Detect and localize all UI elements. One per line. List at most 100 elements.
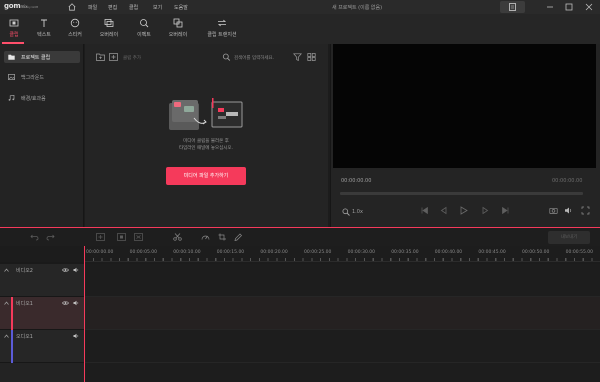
menu-file[interactable]: 파일 bbox=[88, 4, 97, 11]
tab-overlay-2-label: 오버레이 bbox=[168, 32, 188, 38]
ruler-tick-label: 00:00:15.00 bbox=[216, 250, 245, 255]
track-label: 비디오1 bbox=[16, 301, 33, 307]
track-lane-video-2[interactable] bbox=[85, 264, 600, 297]
menu-edit[interactable]: 편집 bbox=[108, 4, 117, 11]
empty-message-line-2: 타임라인 패널에 놓으십시오. bbox=[179, 146, 233, 151]
speed-icon[interactable] bbox=[201, 233, 210, 241]
add-track-icon[interactable] bbox=[96, 233, 105, 241]
tab-overlay-label: 오버레이 bbox=[99, 32, 119, 38]
visibility-icon[interactable] bbox=[62, 300, 69, 306]
undo-icon[interactable] bbox=[30, 233, 39, 241]
image-icon bbox=[8, 74, 15, 80]
ruler-tick-label: 00:00:50.00 bbox=[522, 250, 550, 255]
logo-main: gom bbox=[4, 2, 21, 10]
volume-icon[interactable] bbox=[73, 300, 80, 306]
menu-clip[interactable]: 클립 bbox=[129, 4, 138, 11]
filter-icon[interactable] bbox=[293, 53, 302, 61]
ruler-tick-label: 00:00:00.00 bbox=[86, 250, 114, 255]
layers-icon bbox=[173, 18, 183, 28]
ruler-tick-label: 00:00:20.00 bbox=[260, 250, 288, 255]
collapse-icon[interactable] bbox=[4, 301, 9, 305]
prev-frame-icon[interactable] bbox=[439, 206, 448, 215]
add-folder-icon[interactable] bbox=[96, 53, 105, 61]
sidebar-item-label: 프로젝트 클립 bbox=[21, 55, 51, 61]
playhead[interactable] bbox=[84, 246, 85, 382]
track-header-audio-1[interactable]: 오디오1 bbox=[0, 330, 84, 363]
visibility-icon[interactable] bbox=[62, 267, 69, 273]
skip-end-icon[interactable] bbox=[501, 206, 510, 215]
tab-effect[interactable]: 이펙트 bbox=[125, 14, 163, 42]
delete-icon[interactable] bbox=[134, 233, 143, 241]
search-input[interactable]: 검색어를 입력하세요. bbox=[234, 55, 274, 61]
video-preview bbox=[333, 44, 596, 168]
volume-icon[interactable] bbox=[73, 333, 80, 339]
volume-icon[interactable] bbox=[73, 267, 80, 273]
sidebar-item-music[interactable]: 배경/효과음 bbox=[4, 92, 80, 104]
ruler-tick-label: 00:00:35.00 bbox=[391, 250, 419, 255]
tab-overlay-2[interactable]: 오버레이 bbox=[159, 14, 197, 42]
ruler-tick-label: 00:00:30.00 bbox=[347, 250, 375, 255]
timeline-toolbar bbox=[0, 228, 600, 246]
track-header-video-2[interactable]: 비디오2 bbox=[0, 264, 84, 297]
logo-tag: by GOM bbox=[27, 5, 39, 9]
skip-start-icon[interactable] bbox=[420, 206, 429, 215]
color-picker-icon[interactable] bbox=[234, 233, 243, 241]
search-icon[interactable] bbox=[222, 53, 231, 61]
ruler-tick-label: 00:00:10.00 bbox=[173, 250, 201, 255]
track-header-video-1[interactable]: 비디오1 bbox=[0, 297, 84, 330]
zoom-level[interactable]: 1.0x bbox=[352, 209, 363, 215]
preview-seek-bar[interactable] bbox=[340, 192, 583, 195]
add-media-button[interactable]: 미디어 파일 추가하기 bbox=[166, 167, 246, 185]
tab-transition[interactable]: 클립 트랜지션 bbox=[203, 14, 241, 42]
crop-icon[interactable] bbox=[218, 233, 227, 241]
minimize-icon[interactable] bbox=[545, 2, 555, 12]
save-project-button[interactable] bbox=[500, 1, 525, 13]
menu-help[interactable]: 도움말 bbox=[174, 4, 188, 11]
camera-icon[interactable] bbox=[549, 206, 558, 215]
current-time: 00:00:00.00 bbox=[341, 178, 372, 184]
track-lane-video-1[interactable] bbox=[85, 297, 600, 330]
sidebar-item-background[interactable]: 백그라운드 bbox=[4, 71, 80, 83]
add-clip-icon[interactable] bbox=[109, 53, 118, 61]
overlay-icon bbox=[104, 19, 114, 27]
app-logo: gommixby GOM bbox=[4, 2, 38, 10]
zoom-icon[interactable] bbox=[342, 208, 350, 216]
ruler-tick-label: 00:00:25.00 bbox=[304, 250, 332, 255]
grid-view-icon[interactable] bbox=[307, 53, 316, 61]
redo-icon[interactable] bbox=[46, 233, 55, 241]
ruler-tick-label: 00:00:05.00 bbox=[129, 250, 157, 255]
play-icon[interactable] bbox=[459, 206, 468, 215]
track-label: 비디오2 bbox=[16, 268, 33, 274]
total-time: 00:00:00.00 bbox=[552, 178, 583, 184]
volume-icon[interactable] bbox=[564, 206, 573, 215]
insert-clip-icon[interactable] bbox=[117, 233, 126, 241]
tab-transition-label: 클립 트랜지션 bbox=[207, 32, 237, 38]
track-lane-audio-1[interactable] bbox=[85, 330, 600, 363]
film-icon bbox=[9, 19, 19, 27]
title-bar: gommixby GOM 파일 편집 클립 보기 도움말 새 프로젝트 (이름 … bbox=[0, 0, 600, 14]
sidebar-item-label: 배경/효과음 bbox=[21, 96, 46, 102]
text-icon bbox=[41, 19, 47, 27]
sidebar-item-project-clips[interactable]: 프로젝트 클립 bbox=[4, 51, 80, 63]
export-button[interactable]: 내보내기 bbox=[548, 231, 590, 244]
collapse-icon[interactable] bbox=[4, 268, 9, 272]
audio-track-marker bbox=[11, 330, 13, 363]
track-header-empty bbox=[0, 363, 84, 382]
close-icon[interactable] bbox=[584, 2, 594, 12]
timeline-empty-area[interactable] bbox=[85, 363, 600, 382]
music-icon bbox=[8, 95, 15, 101]
home-icon[interactable] bbox=[68, 3, 76, 11]
ruler-tick-label: 00:00:55.00 bbox=[565, 250, 593, 255]
fullscreen-icon[interactable] bbox=[581, 206, 590, 215]
next-frame-icon[interactable] bbox=[481, 206, 490, 215]
menu-view[interactable]: 보기 bbox=[153, 4, 162, 11]
tab-overlay[interactable]: 오버레이 bbox=[90, 14, 128, 42]
tab-sticker[interactable]: 스티커 bbox=[56, 14, 94, 42]
media-panel bbox=[85, 44, 328, 227]
tab-effect-label: 이펙트 bbox=[137, 32, 151, 38]
collapse-icon[interactable] bbox=[4, 334, 9, 338]
maximize-icon[interactable] bbox=[564, 2, 574, 12]
effect-icon bbox=[140, 19, 149, 28]
clip-filter-label[interactable]: 클립 추가 bbox=[123, 55, 141, 61]
cut-icon[interactable] bbox=[173, 233, 182, 241]
